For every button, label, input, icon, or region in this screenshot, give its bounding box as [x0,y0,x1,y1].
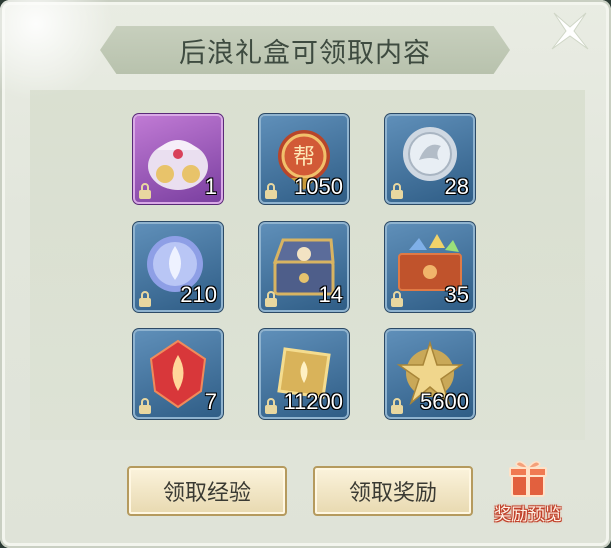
item-slot-7[interactable]: 7 [135,331,221,417]
lock-icon [139,398,151,414]
page-title: 后浪礼盒可领取内容 [179,37,431,69]
reward-panel: 后浪礼盒可领取内容 1 帮 1050 28 210 14 35 7 11200 … [0,0,611,548]
reward-preview-label: 奖励预览 [494,505,562,525]
item-slot-8[interactable]: 11200 [261,331,347,417]
svg-text:帮: 帮 [293,145,315,170]
item-count: 5600 [420,389,469,414]
item-count: 11200 [283,389,343,414]
item-count: 28 [444,174,469,199]
item-count: 1 [204,174,217,199]
item-slot-5[interactable]: 14 [261,224,347,310]
lock-icon [391,291,403,307]
claim-reward-button[interactable]: 领取奖励 [313,466,473,516]
item-slot-3[interactable]: 28 [387,116,473,202]
item-count: 35 [444,282,469,307]
lock-icon [265,183,277,199]
title-banner: 后浪礼盒可领取内容 [100,26,510,74]
item-slot-1[interactable]: 1 [135,116,221,202]
claim-exp-button[interactable]: 领取经验 [127,466,287,516]
lock-icon [391,398,403,414]
reward-preview-button[interactable]: 奖励预览 [478,456,578,528]
claim-reward-label: 领取奖励 [348,481,437,506]
lock-icon [265,398,277,414]
item-slot-4[interactable]: 210 [135,224,221,310]
item-count: 210 [180,282,217,307]
lock-icon [139,183,151,199]
lock-icon [265,291,277,307]
item-count: 14 [318,282,343,307]
item-slot-9[interactable]: 5600 [387,331,473,417]
close-button[interactable] [542,6,598,56]
item-slot-6[interactable]: 35 [387,224,473,310]
lock-icon [139,291,151,307]
item-count: 7 [204,389,217,414]
item-count: 1050 [294,174,343,199]
close-icon [551,12,589,50]
lock-icon [391,183,403,199]
item-slot-2[interactable]: 帮 1050 [261,116,347,202]
gift-box-icon [509,461,547,497]
claim-exp-label: 领取经验 [162,481,251,506]
